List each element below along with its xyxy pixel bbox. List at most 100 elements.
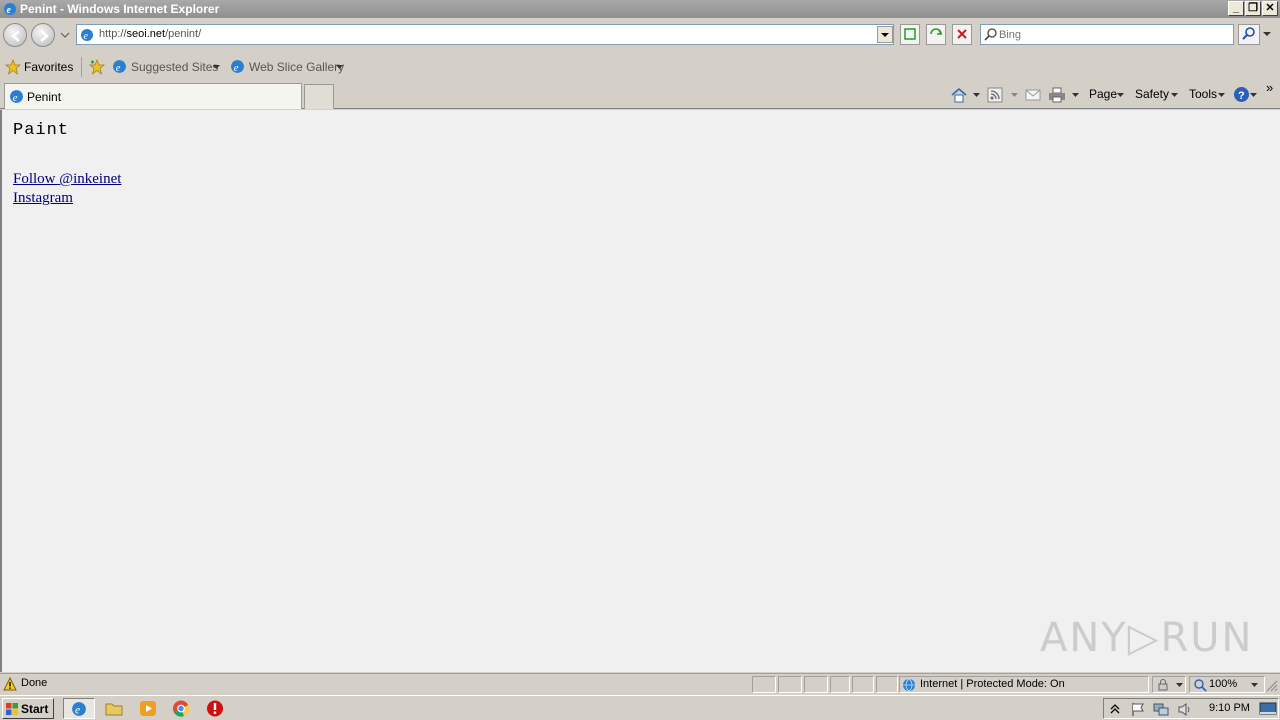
search-options-icon[interactable] [1263,32,1271,38]
taskbar-ie-button[interactable]: e [63,698,95,719]
system-tray [1103,698,1279,719]
clock[interactable]: 9:10 PM [1209,702,1250,714]
protected-mode-segment[interactable] [1152,676,1186,693]
chrome-icon[interactable] [171,699,191,718]
media-player-icon[interactable] [138,699,158,718]
explorer-folder-icon[interactable] [104,699,124,718]
network-icon[interactable] [1152,702,1170,717]
suggested-sites-icon: e [113,60,126,74]
search-button[interactable] [1238,24,1260,45]
zone-segment[interactable]: Internet | Protected Mode: On [899,676,1149,693]
chevron-down-icon[interactable] [1218,93,1225,98]
start-button[interactable]: Start [2,698,54,719]
start-label: Start [21,702,49,716]
help-icon[interactable]: ? [1233,86,1250,103]
recent-pages-dropdown-icon[interactable] [60,31,70,39]
address-bar[interactable]: e http://seoi.net/penint/ [76,24,894,45]
safety-menu[interactable]: Safety [1135,87,1169,101]
warning-icon [3,677,17,691]
add-to-favorites-icon[interactable] [88,58,106,76]
minimize-button[interactable]: _ [1228,1,1244,16]
svg-text:?: ? [1238,90,1245,102]
navigation-bar: e http://seoi.net/penint/ [0,18,1280,54]
address-url[interactable]: http://seoi.net/penint/ [99,28,201,40]
favorites-bar: Favorites e Suggested Sites e Web Slice … [0,54,1280,80]
tab-label: Penint [27,90,62,104]
taskbar: Start e 9:10 PM [0,695,1280,720]
status-segment [876,676,898,693]
chevron-down-icon[interactable] [1072,93,1079,98]
home-icon[interactable] [950,86,968,104]
search-box[interactable] [980,24,1234,45]
follow-link[interactable]: Follow @inkeinet [13,171,121,188]
address-dropdown-button[interactable] [877,26,893,43]
web-slice-icon: e [231,60,244,74]
close-button[interactable]: ✕ [1262,1,1278,16]
search-input[interactable] [999,27,1229,42]
new-tab-button[interactable] [304,84,334,109]
svg-text:e: e [116,62,121,74]
zoom-level: 100% [1209,678,1238,690]
title-bar: e Penint - Windows Internet Explorer _ ❐… [0,0,1280,18]
chevron-down-icon[interactable] [213,65,220,70]
chevron-down-icon[interactable] [973,93,980,98]
chevron-down-icon [1176,683,1183,687]
anyrun-watermark: ANY▷RUN [1040,615,1254,661]
status-segment [752,676,776,693]
status-segment [830,676,850,693]
feeds-icon[interactable] [987,87,1003,103]
status-segment [804,676,828,693]
chevron-down-icon[interactable] [1117,93,1124,98]
restore-button[interactable]: ❐ [1245,1,1261,16]
svg-text:e: e [84,31,89,42]
page-content: Paint Follow @inkeinet Instagram ANY▷RUN [0,110,1280,672]
stop-icon [957,29,967,39]
more-commands-button[interactable]: » [1266,80,1273,95]
refresh-button[interactable] [926,24,946,45]
refresh-icon [930,28,943,35]
suggested-sites-link[interactable]: Suggested Sites [131,60,218,74]
compatibility-icon [904,28,916,40]
back-button[interactable] [3,23,27,47]
back-arrow-icon [11,30,20,42]
forward-arrow-icon [40,30,49,42]
volume-icon[interactable] [1177,702,1193,717]
window-title: Penint - Windows Internet Explorer [20,2,220,16]
status-text: Done [21,677,48,689]
show-desktop-icon[interactable] [1259,701,1277,716]
compatibility-view-button[interactable] [900,24,920,45]
status-segment [852,676,874,693]
instagram-link[interactable]: Instagram [13,190,73,207]
tools-menu[interactable]: Tools [1189,87,1217,101]
mail-icon[interactable] [1025,88,1041,102]
lock-icon [1158,679,1168,691]
print-icon[interactable] [1048,87,1066,103]
show-hidden-icons[interactable] [1110,702,1120,716]
divider [81,57,82,77]
chevron-down-icon[interactable] [1250,93,1257,98]
favorites-button[interactable]: Favorites [24,60,73,74]
chevron-down-icon [1251,683,1258,687]
favorites-star-icon [5,59,21,75]
status-bar: Done Internet | Protected Mode: On 100% [0,673,1280,694]
page-heading: Paint [13,121,70,140]
page-ie-icon: e [81,29,93,42]
chevron-down-icon[interactable] [1011,93,1018,98]
stop-sign-app-icon[interactable] [205,699,225,718]
search-go-icon [1242,27,1255,40]
page-menu[interactable]: Page [1089,87,1117,101]
chevron-down-icon [881,33,889,37]
zone-text: Internet | Protected Mode: On [920,678,1065,690]
status-segment [778,676,802,693]
tab-penint[interactable]: e Penint [4,83,302,109]
zoom-segment[interactable]: 100% [1189,676,1265,693]
chevron-down-icon[interactable] [336,65,343,70]
chevron-down-icon[interactable] [1171,93,1178,98]
svg-text:e: e [234,62,239,74]
action-center-flag-icon[interactable] [1130,702,1146,717]
ie-icon: e [4,3,16,16]
forward-button[interactable] [31,23,55,47]
stop-button[interactable] [952,24,972,45]
resize-grip-icon[interactable] [1266,680,1278,692]
web-slice-gallery-link[interactable]: Web Slice Gallery [249,60,344,74]
